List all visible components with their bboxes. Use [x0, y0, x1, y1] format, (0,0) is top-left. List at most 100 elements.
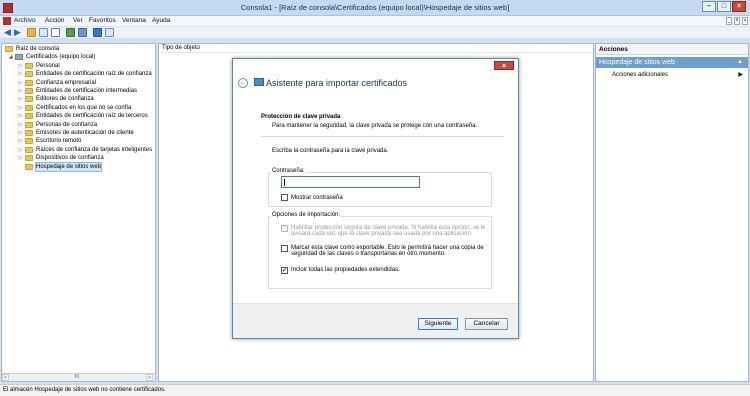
- tree-item-label: Dispositivos de confianza: [36, 155, 104, 162]
- password-group-label: Contraseña:: [271, 168, 306, 174]
- expand-arrow-icon[interactable]: ▷: [18, 154, 23, 162]
- menu-accion[interactable]: Acción: [45, 17, 65, 24]
- folder-icon: [5, 46, 13, 52]
- include-extended-properties-checkbox[interactable]: ✔: [281, 267, 288, 274]
- folder-icon: [25, 155, 33, 162]
- export-list-icon[interactable]: [78, 28, 87, 37]
- collapse-caret-icon[interactable]: ▲: [737, 57, 743, 68]
- folder-icon: [25, 62, 33, 69]
- submenu-arrow-icon[interactable]: ▶: [738, 71, 743, 78]
- back-arrow-icon[interactable]: ←: [238, 78, 248, 88]
- folder-icon: [25, 138, 33, 145]
- scroll-left-arrow[interactable]: <: [2, 374, 9, 381]
- column-header-object-type[interactable]: Tipo de objeto: [159, 44, 593, 53]
- menu-archivo[interactable]: Archivo: [14, 17, 36, 24]
- password-prompt: Escriba la contraseña para la clave priv…: [272, 148, 389, 154]
- tree-item-label: Personal: [36, 62, 60, 69]
- expand-arrow-icon[interactable]: ▷: [18, 62, 23, 70]
- status-bar: El almacén Hospedaje de sitios web no co…: [0, 384, 750, 396]
- menu-bar: Archivo Acción Ver Favoritos Ventana Ayu…: [0, 16, 750, 27]
- folder-icon: [25, 104, 33, 111]
- expand-arrow-icon[interactable]: ▷: [18, 129, 23, 137]
- show-hide-action-pane-icon[interactable]: [105, 28, 114, 37]
- menu-favoritos[interactable]: Favoritos: [89, 17, 116, 24]
- expand-arrow-icon[interactable]: ▷: [18, 112, 23, 120]
- folder-icon: [25, 146, 33, 153]
- folder-icon: [25, 163, 33, 170]
- actions-pane: Acciones Hospedaje de sitios web ▲ Accio…: [595, 43, 749, 382]
- inner-restore-button[interactable]: ᴮ: [734, 17, 740, 25]
- expand-arrow-icon[interactable]: ▷: [18, 70, 23, 78]
- password-field[interactable]: [281, 176, 420, 188]
- scroll-right-arrow[interactable]: >: [146, 374, 153, 381]
- exportable-key-label: Marcar esta clave como exportable. Esto …: [291, 245, 484, 257]
- strong-protection-checkbox[interactable]: [281, 225, 288, 232]
- expand-arrow-icon[interactable]: ▷: [18, 121, 23, 129]
- exportable-key-checkbox[interactable]: [281, 245, 288, 252]
- menu-ventana[interactable]: Ventana: [122, 17, 146, 24]
- scroll-thumb-grip[interactable]: III: [72, 374, 82, 381]
- actions-header: Acciones: [596, 44, 748, 55]
- folder-icon: [25, 96, 33, 103]
- include-extended-properties-label: Incluir todas las propiedades extendidas…: [291, 267, 400, 273]
- import-certificate-wizard: × ← Asistente para importar certificados…: [232, 58, 519, 339]
- document-icon: [3, 17, 11, 25]
- text-caret: [284, 179, 285, 186]
- show-hide-tree-icon[interactable]: [39, 28, 48, 37]
- section-title: Protección de clave privada: [261, 114, 341, 120]
- expand-arrow-icon[interactable]: ◢: [8, 53, 13, 61]
- tree-item-label: Certificados en los que no se confía: [36, 104, 132, 111]
- forward-arrow-icon[interactable]: ▶: [13, 28, 22, 37]
- cancel-button[interactable]: Cancelar: [465, 318, 508, 330]
- tree-item-label: Personas de confianza: [36, 121, 98, 128]
- tree-item-label: Hospedaje de sitios web: [34, 161, 103, 172]
- tree-item-label: Emisores de autenticación de cliente: [36, 130, 134, 136]
- tree-item-label: Certificados (equipo local): [26, 54, 96, 61]
- folder-icon: [25, 130, 33, 136]
- inner-minimize-button[interactable]: _: [726, 17, 732, 25]
- dialog-footer: Siguiente Cancelar: [233, 303, 518, 338]
- console-tree: Raíz de consola ◢ Certificados (equipo loc…: [1, 43, 156, 382]
- expand-arrow-icon[interactable]: ▷: [18, 146, 23, 154]
- dialog-close-button[interactable]: ×: [494, 61, 514, 70]
- tree-item-label: Entidades de certificación raíz de terce…: [36, 113, 148, 120]
- separator: [261, 136, 504, 137]
- expand-arrow-icon[interactable]: ▷: [18, 95, 23, 103]
- maximize-button[interactable]: □: [717, 1, 731, 12]
- back-arrow-icon[interactable]: ◀: [3, 28, 12, 37]
- expand-arrow-icon[interactable]: ▷: [18, 104, 23, 112]
- tree-item-label: Raíz de consola: [16, 46, 60, 52]
- expand-arrow-icon[interactable]: ▷: [18, 87, 23, 95]
- wizard-title: Asistente para importar certificados: [266, 78, 408, 88]
- menu-ver[interactable]: Ver: [73, 17, 83, 24]
- more-actions-link[interactable]: Acciones adicionales: [612, 72, 668, 78]
- certificate-store-icon: [15, 54, 23, 61]
- tree-item-label: Entidades de certificación raíz de confi…: [36, 71, 152, 78]
- up-folder-icon[interactable]: [27, 28, 36, 37]
- horizontal-scrollbar[interactable]: < III >: [2, 373, 155, 381]
- refresh-icon[interactable]: [66, 28, 75, 37]
- inner-close-button[interactable]: ×: [742, 17, 748, 25]
- tree-item-label: Raíces de confianza de tarjetas intelige…: [36, 146, 153, 153]
- folder-icon: [25, 113, 33, 120]
- certificate-wizard-icon: [254, 78, 264, 86]
- show-password-checkbox[interactable]: [281, 194, 288, 201]
- window-title: Consola1 - [Raíz de consola\Certificados…: [240, 3, 510, 12]
- help-icon[interactable]: [93, 28, 102, 37]
- folder-icon: [25, 121, 33, 128]
- tree-item-label: Editores de confianza: [36, 96, 94, 103]
- expand-arrow-icon[interactable]: ▷: [18, 79, 23, 87]
- import-options-label: Opciones de importación:: [271, 212, 342, 218]
- minimize-button[interactable]: –: [702, 1, 716, 12]
- properties-icon[interactable]: [51, 28, 60, 37]
- next-button[interactable]: Siguiente: [418, 318, 458, 330]
- actions-section-header[interactable]: Hospedaje de sitios web ▲: [596, 57, 748, 68]
- expand-arrow-icon[interactable]: ▷: [18, 137, 23, 145]
- tree-item-label: Escritorio remoto: [36, 138, 82, 145]
- show-password-label: Mostrar contraseña: [291, 195, 343, 201]
- folder-icon: [25, 71, 33, 78]
- close-button[interactable]: ×: [732, 1, 746, 12]
- menu-ayuda[interactable]: Ayuda: [152, 17, 170, 24]
- tree-item-label: Entidades de certificación intermedias: [36, 88, 138, 94]
- folder-icon: [25, 79, 33, 86]
